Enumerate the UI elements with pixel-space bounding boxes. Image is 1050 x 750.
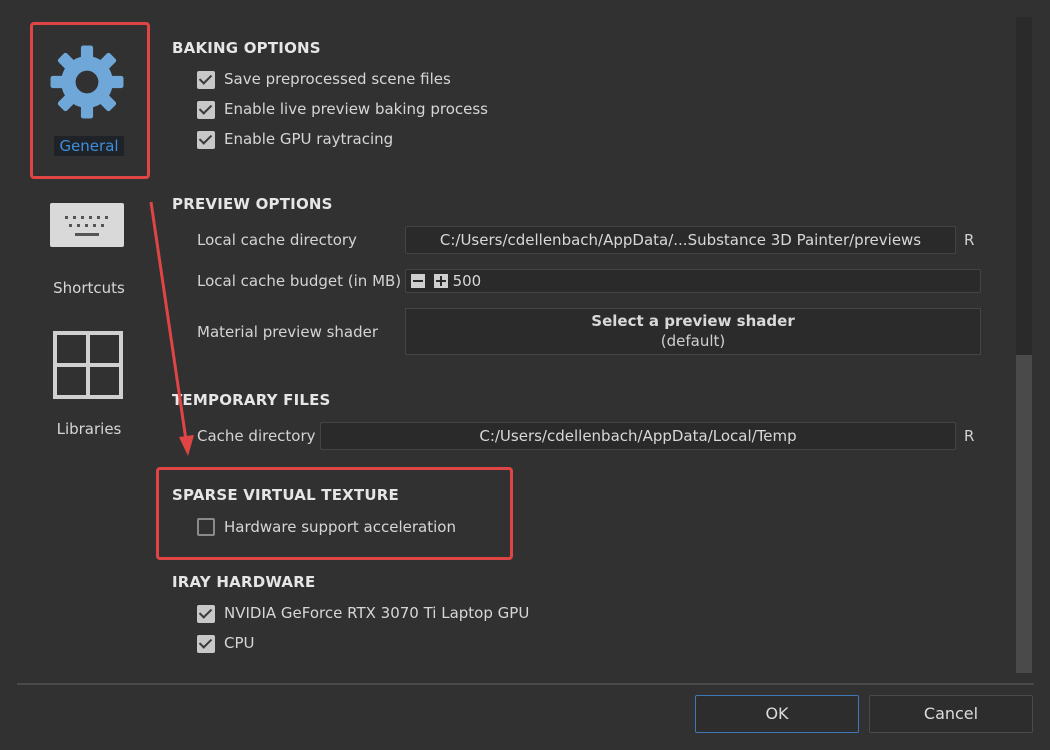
local-cache-directory-field[interactable]: C:/Users/cdellenbach/AppData/...Substanc… — [405, 226, 956, 254]
scrollbar-thumb[interactable] — [1016, 355, 1032, 673]
checkbox-gpu-raytracing[interactable] — [197, 131, 215, 149]
material-preview-shader-label: Material preview shader — [197, 323, 379, 341]
local-cache-budget-field[interactable]: 500 — [405, 269, 981, 293]
footer-divider — [17, 683, 1034, 685]
section-title-baking: BAKING OPTIONS — [172, 39, 321, 57]
local-cache-budget-label: Local cache budget (in MB) — [197, 272, 402, 290]
checkbox-label: Enable GPU raytracing — [224, 130, 394, 148]
grid-icon — [53, 331, 123, 399]
shader-button-subtitle: (default) — [660, 332, 726, 350]
local-cache-directory-reset-button[interactable]: R — [964, 231, 974, 249]
cache-directory-reset-button[interactable]: R — [964, 427, 974, 445]
ok-button[interactable]: OK — [695, 695, 859, 733]
sidebar-item-label: Libraries — [56, 420, 122, 438]
checkbox-label: Enable live preview baking process — [224, 100, 488, 118]
checkbox-label: CPU — [224, 634, 255, 652]
checkbox-label: NVIDIA GeForce RTX 3070 Ti Laptop GPU — [224, 604, 530, 622]
section-title-temporary-files: TEMPORARY FILES — [172, 391, 331, 409]
decrement-button[interactable] — [411, 274, 425, 288]
checkbox-label: Save preprocessed scene files — [224, 70, 451, 88]
scrollbar-track[interactable] — [1016, 17, 1032, 673]
annotation-highlight-general — [30, 22, 150, 179]
cache-directory-field[interactable]: C:/Users/cdellenbach/AppData/Local/Temp — [320, 422, 956, 450]
keyboard-icon — [50, 203, 124, 247]
cancel-button[interactable]: Cancel — [869, 695, 1033, 733]
shader-button-title: Select a preview shader — [591, 312, 795, 330]
annotation-highlight-svt — [156, 467, 513, 560]
local-cache-directory-label: Local cache directory — [197, 231, 357, 249]
sidebar-item-shortcuts[interactable]: Shortcuts — [30, 195, 148, 305]
section-title-iray: IRAY HARDWARE — [172, 573, 316, 591]
cache-directory-label: Cache directory — [197, 427, 316, 445]
annotation-arrow-icon — [149, 201, 194, 456]
sidebar-item-libraries[interactable]: Libraries — [30, 325, 148, 445]
sidebar-item-label: Shortcuts — [53, 279, 125, 297]
checkbox-live-preview-baking[interactable] — [197, 101, 215, 119]
increment-button[interactable] — [433, 274, 448, 288]
checkbox-cpu[interactable] — [197, 635, 215, 653]
checkbox-nvidia-gpu[interactable] — [197, 605, 215, 623]
select-preview-shader-button[interactable]: Select a preview shader (default) — [405, 308, 981, 355]
budget-value: 500 — [452, 272, 482, 290]
section-title-preview: PREVIEW OPTIONS — [172, 195, 333, 213]
checkbox-save-preprocessed[interactable] — [197, 71, 215, 89]
